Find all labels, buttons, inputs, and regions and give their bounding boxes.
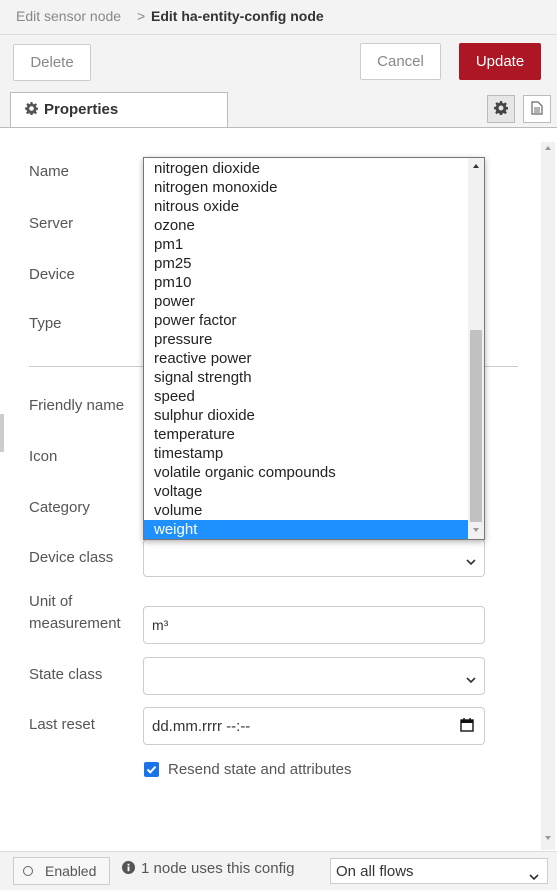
dropdown-option[interactable]: timestamp: [144, 444, 468, 463]
scope-value: On all flows: [336, 863, 414, 880]
server-label: Server: [29, 215, 74, 232]
enabled-label: Enabled: [45, 863, 97, 879]
friendly-name-label: Friendly name: [29, 397, 125, 414]
update-button[interactable]: Update: [459, 43, 541, 80]
dropdown-scrollbar-thumb[interactable]: [470, 330, 482, 522]
icon-label: Icon: [29, 448, 58, 465]
device-class-label: Device class: [29, 549, 114, 566]
dropdown-option[interactable]: nitrogen dioxide: [144, 159, 468, 178]
state-class-label: State class: [29, 666, 103, 683]
device-label: Device: [29, 266, 75, 283]
dropdown-option[interactable]: pm10: [144, 273, 468, 292]
document-icon: [531, 100, 543, 118]
name-label: Name: [29, 163, 70, 180]
dropdown-option[interactable]: temperature: [144, 425, 468, 444]
panel-scrollbar[interactable]: [541, 142, 555, 850]
breadcrumb-parent[interactable]: Edit sensor node: [16, 8, 121, 24]
info-icon: [122, 861, 135, 877]
type-label: Type: [29, 315, 62, 332]
dropdown-option[interactable]: pm25: [144, 254, 468, 273]
last-reset-placeholder: dd.mm.rrrr --:--: [152, 718, 251, 735]
cancel-button[interactable]: Cancel: [360, 43, 441, 80]
scroll-up-icon: [473, 164, 479, 168]
device-class-select[interactable]: [143, 539, 485, 577]
dropdown-option[interactable]: signal strength: [144, 368, 468, 387]
dropdown-scrollbar[interactable]: [468, 158, 484, 539]
dropdown-option[interactable]: sulphur dioxide: [144, 406, 468, 425]
description-tab-button[interactable]: [523, 95, 551, 123]
last-reset-label: Last reset: [29, 716, 95, 733]
gear-icon: [25, 102, 39, 118]
unit-label-line1: Unit of: [29, 593, 73, 610]
last-reset-input[interactable]: dd.mm.rrrr --:--: [143, 707, 485, 745]
chevron-down-icon: [466, 671, 476, 687]
dropdown-option[interactable]: nitrogen monoxide: [144, 178, 468, 197]
dropdown-option[interactable]: voltage: [144, 482, 468, 501]
dropdown-option[interactable]: volatile organic compounds: [144, 463, 468, 482]
dropdown-option[interactable]: weight: [144, 520, 468, 539]
dropdown-option[interactable]: power: [144, 292, 468, 311]
gear-icon: [494, 100, 509, 118]
scroll-down-icon: [545, 836, 551, 840]
breadcrumb: Edit sensor node > Edit ha-entity-config…: [0, 0, 557, 35]
chevron-down-icon: [466, 553, 476, 569]
toolbar: Delete Cancel Update: [0, 35, 557, 91]
unit-label-line2: measurement: [29, 615, 121, 632]
chevron-down-icon: [529, 868, 539, 884]
dropdown-option[interactable]: pm1: [144, 235, 468, 254]
dropdown-option[interactable]: pressure: [144, 330, 468, 349]
tab-properties-label: Properties: [44, 101, 119, 118]
dropdown-option[interactable]: power factor: [144, 311, 468, 330]
state-class-select[interactable]: [143, 657, 485, 695]
resend-checkbox[interactable]: [144, 762, 159, 777]
resend-label: Resend state and attributes: [168, 761, 352, 778]
enabled-toggle-button[interactable]: Enabled: [13, 857, 110, 885]
calendar-icon[interactable]: [460, 718, 474, 735]
delete-button[interactable]: Delete: [13, 44, 91, 81]
device-class-dropdown-list[interactable]: nitrogen dioxide nitrogen monoxide nitrous…: [143, 157, 485, 540]
scroll-up-icon: [545, 146, 551, 150]
scope-select[interactable]: On all flows: [330, 858, 548, 884]
checkmark-icon: [146, 766, 157, 774]
settings-tab-button[interactable]: [487, 95, 515, 123]
usage-text: 1 node uses this config: [141, 860, 295, 877]
tab-properties[interactable]: Properties: [10, 92, 228, 127]
category-label: Category: [29, 499, 90, 516]
scroll-down-icon: [473, 528, 479, 532]
tab-bar: Properties: [0, 91, 557, 128]
circle-icon: [23, 866, 33, 876]
footer: Enabled 1 node uses this config On all f…: [0, 851, 557, 890]
dropdown-option[interactable]: speed: [144, 387, 468, 406]
dropdown-option[interactable]: volume: [144, 501, 468, 520]
dropdown-option[interactable]: reactive power: [144, 349, 468, 368]
unit-of-measurement-input[interactable]: m³: [143, 606, 485, 644]
dropdown-option[interactable]: ozone: [144, 216, 468, 235]
unit-value: m³: [152, 617, 169, 633]
resize-handle[interactable]: [0, 414, 4, 452]
breadcrumb-current: Edit ha-entity-config node: [151, 8, 324, 24]
breadcrumb-separator: >: [137, 8, 146, 24]
dropdown-option[interactable]: nitrous oxide: [144, 197, 468, 216]
